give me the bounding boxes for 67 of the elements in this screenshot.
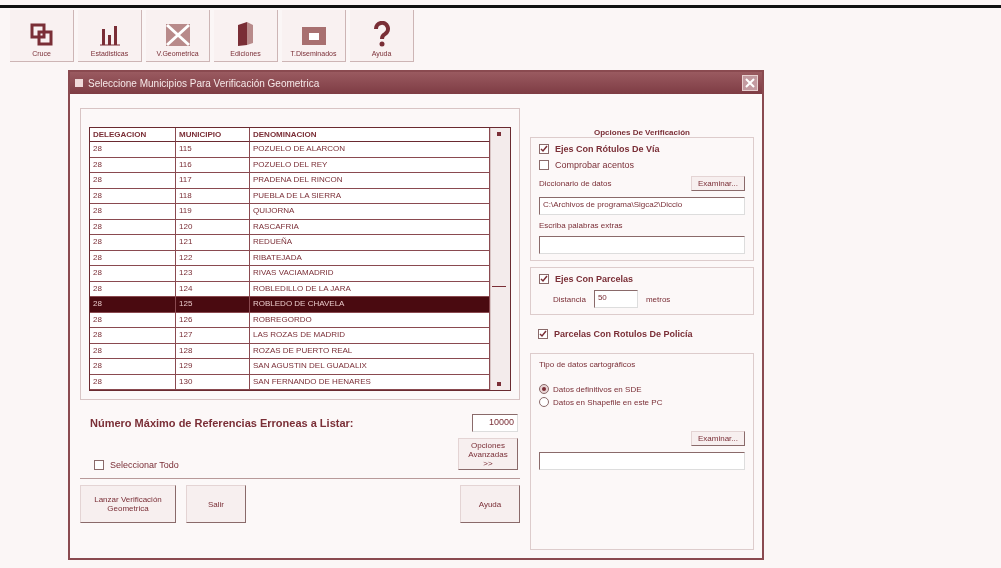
table-cell[interactable]: ROBLEDO DE CHAVELA <box>250 297 490 313</box>
checkbox-label: Ejes Con Rótulos De Vía <box>555 144 660 154</box>
help-icon <box>371 21 392 47</box>
check-icon <box>540 275 548 283</box>
radio-button[interactable] <box>539 397 549 407</box>
checkbox-label: Seleccionar Todo <box>110 460 179 470</box>
dialog-button[interactable]: Salir <box>186 485 246 523</box>
scrollbar[interactable] <box>490 128 510 390</box>
table-cell[interactable]: 121 <box>176 235 250 251</box>
table-cell[interactable]: 28 <box>90 266 176 282</box>
check-icon <box>539 330 547 338</box>
table-cell[interactable]: 125 <box>176 297 250 313</box>
dialog-button[interactable]: Ayuda <box>460 485 520 523</box>
checkbox[interactable] <box>539 144 549 154</box>
checkbox-label: Parcelas Con Rotulos De Policía <box>554 329 693 339</box>
input-field[interactable]: 10000 <box>472 414 518 432</box>
table-cell[interactable]: QUIJORNA <box>250 204 490 220</box>
unit-label: metros <box>645 294 671 304</box>
checkbox[interactable] <box>539 160 549 170</box>
table-cell[interactable]: 129 <box>176 359 250 375</box>
input-field[interactable] <box>539 236 745 254</box>
table-cell[interactable]: SAN AGUSTIN DEL GUADALIX <box>250 359 490 375</box>
dialog-button[interactable]: Lanzar Verificación Geometrica <box>80 485 176 523</box>
table-cell[interactable]: 117 <box>176 173 250 189</box>
table-cell[interactable]: 119 <box>176 204 250 220</box>
table-cell[interactable]: LAS ROZAS DE MADRID <box>250 328 490 344</box>
field-label: Número Máximo de Referencias Erroneas a Listar: <box>90 417 354 429</box>
input-field[interactable] <box>539 452 745 470</box>
field-label: Distancia <box>553 294 586 304</box>
browse-button[interactable]: Examinar... <box>691 176 745 191</box>
checkbox[interactable] <box>539 274 549 284</box>
radio-label: Datos definitivos en SDE <box>553 384 642 394</box>
overlapping-squares-icon <box>29 23 54 47</box>
browse-button[interactable]: Examinar... <box>691 431 745 446</box>
field-label: Diccionario de datos <box>539 179 612 188</box>
input-field[interactable]: 50 <box>593 290 638 308</box>
check-icon <box>540 145 548 153</box>
table-cell[interactable]: PRADENA DEL RINCON <box>250 173 490 189</box>
table-cell[interactable]: 28 <box>90 328 176 344</box>
checkbox[interactable] <box>94 460 104 470</box>
table-cell[interactable]: 123 <box>176 266 250 282</box>
table-cell[interactable]: 28 <box>90 297 176 313</box>
table-cell[interactable]: RIVAS VACIAMADRID <box>250 266 490 282</box>
window-title: Seleccione Municipios Para Verificación Geometrica <box>88 77 321 89</box>
field-label: Escriba palabras extras <box>539 221 624 230</box>
checkbox-label: Ejes Con Parcelas <box>555 274 634 284</box>
table-cell[interactable]: REDUEÑA <box>250 235 490 251</box>
table-cell[interactable]: 28 <box>90 359 176 375</box>
table-cell[interactable]: 28 <box>90 204 176 220</box>
radio-label: Datos en Shapefile en este PC <box>553 397 663 407</box>
table-cell[interactable]: POZUELO DE ALARCON <box>250 142 490 158</box>
window-icon <box>74 78 84 88</box>
group-title: Opciones De Verificación <box>592 128 691 137</box>
table-cell[interactable]: 28 <box>90 173 176 189</box>
table-cell[interactable]: 28 <box>90 142 176 158</box>
checkbox-label: Comprobar acentos <box>555 160 635 170</box>
radio-button[interactable] <box>539 384 549 394</box>
table-cell[interactable]: 127 <box>176 328 250 344</box>
advanced-options-button[interactable]: Opciones Avanzadas >> <box>458 438 518 470</box>
checkbox[interactable] <box>538 329 548 339</box>
table-cell[interactable]: 28 <box>90 235 176 251</box>
table-cell[interactable]: 115 <box>176 142 250 158</box>
close-button[interactable] <box>742 75 758 91</box>
group-title: Tipo de datos cartográficos <box>539 360 637 369</box>
input-field[interactable]: C:\Archivos de programa\Sigca2\Diccio <box>539 197 745 215</box>
bar-chart-icon <box>97 23 122 47</box>
crossed-map-icon <box>164 23 191 47</box>
